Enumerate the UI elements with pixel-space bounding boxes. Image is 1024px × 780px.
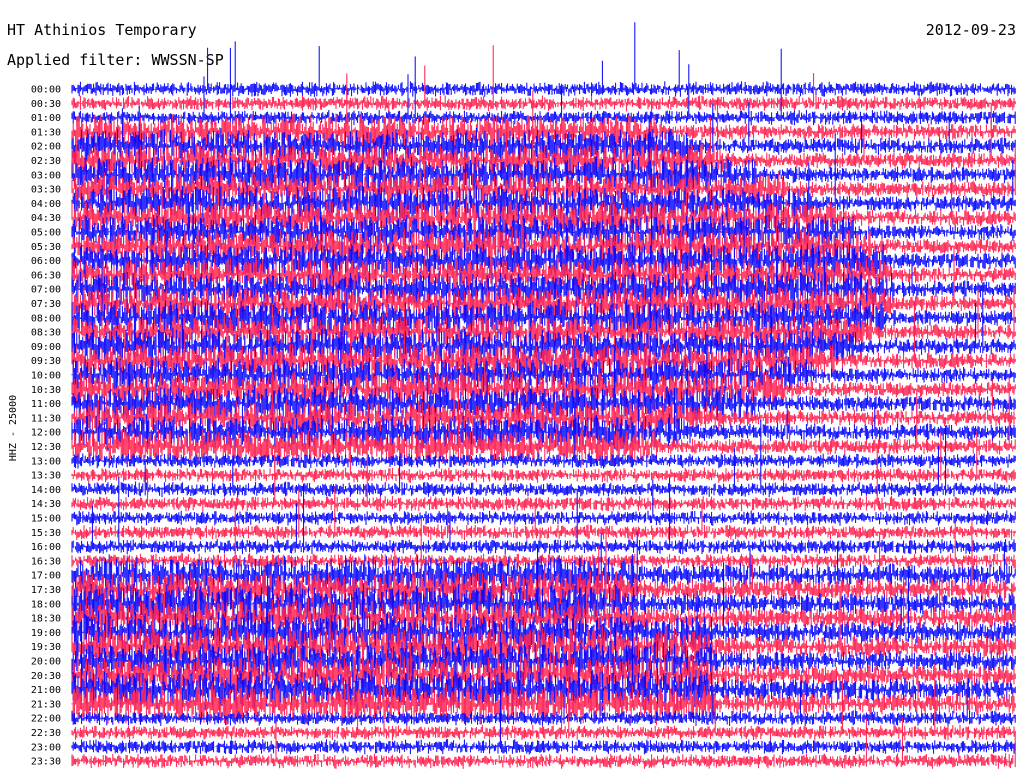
time-tick-label: 03:00 [31,170,61,181]
y-axis-label: HHZ - 25000 [8,395,19,461]
time-tick-label: 14:30 [31,499,61,510]
time-tick-label: 17:30 [31,585,61,596]
time-tick-label: 10:30 [31,385,61,396]
time-tick-label: 12:00 [31,428,61,439]
time-tick-label: 21:30 [31,699,61,710]
time-tick-label: 19:30 [31,642,61,653]
time-axis: 00:00 00:30 01:00 01:30 02:00 02:30 03:00 03:30… [31,85,61,768]
time-tick-label: 01:00 [31,113,61,124]
seismogram-traces [71,22,1016,769]
time-tick-label: 04:30 [31,213,61,224]
time-tick-label: 09:30 [31,356,61,367]
time-tick-label: 23:30 [31,757,61,768]
time-tick-label: 12:30 [31,442,61,453]
trace-line-0030 [71,45,1016,112]
time-tick-label: 21:00 [31,685,61,696]
time-tick-label: 20:00 [31,657,61,668]
time-tick-label: 11:30 [31,413,61,424]
time-tick-label: 10:00 [31,371,61,382]
time-tick-label: 18:30 [31,614,61,625]
time-tick-label: 02:00 [31,142,61,153]
time-tick-label: 06:30 [31,270,61,281]
time-tick-label: 07:30 [31,299,61,310]
time-tick-label: 16:00 [31,542,61,553]
time-tick-label: 08:30 [31,328,61,339]
time-tick-label: 01:30 [31,127,61,138]
time-tick-label: 13:00 [31,456,61,467]
time-tick-label: 22:30 [31,728,61,739]
time-tick-label: 05:30 [31,242,61,253]
time-tick-label: 08:00 [31,313,61,324]
time-tick-label: 20:30 [31,671,61,682]
time-tick-label: 00:30 [31,99,61,110]
time-tick-label: 07:00 [31,285,61,296]
time-tick-label: 16:30 [31,556,61,567]
time-tick-label: 03:30 [31,185,61,196]
time-tick-label: 05:00 [31,228,61,239]
trace-line-1530 [71,488,1016,541]
time-tick-label: 17:00 [31,571,61,582]
trace-line-0000 [71,22,1016,97]
time-tick-label: 18:00 [31,599,61,610]
time-tick-label: 00:00 [31,85,61,96]
time-tick-label: 23:00 [31,742,61,753]
time-tick-label: 09:00 [31,342,61,353]
time-tick-label: 14:00 [31,485,61,496]
helicorder-plot: 00:00 00:30 01:00 01:30 02:00 02:30 03:00 03:30… [8,22,1016,769]
time-tick-label: 13:30 [31,471,61,482]
time-tick-label: 22:00 [31,714,61,725]
time-tick-label: 15:00 [31,514,61,525]
time-tick-label: 06:00 [31,256,61,267]
time-tick-label: 19:00 [31,628,61,639]
time-tick-label: 15:30 [31,528,61,539]
time-tick-label: 11:00 [31,399,61,410]
time-tick-label: 04:00 [31,199,61,210]
time-tick-label: 02:30 [31,156,61,167]
